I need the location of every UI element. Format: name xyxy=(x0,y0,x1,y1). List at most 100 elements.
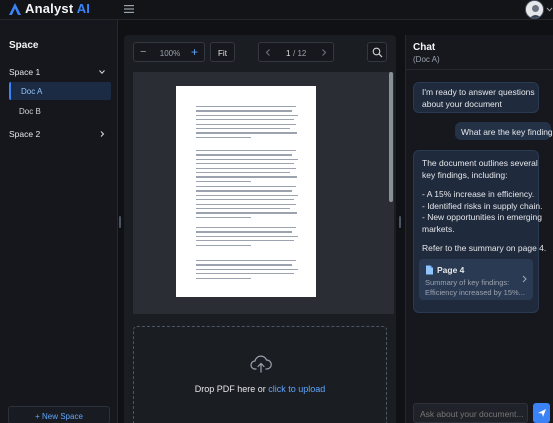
fit-button[interactable]: Fit xyxy=(210,42,235,62)
message-line: I'm ready to answer questions xyxy=(422,87,535,97)
chat-subtitle: (Doc A) xyxy=(413,55,440,64)
sidebar-item-doc-b[interactable]: Doc B xyxy=(9,102,111,120)
citation-snippet: Summary of key findings: xyxy=(425,278,510,287)
ai-message: I'm ready to answer questions about your… xyxy=(413,82,539,113)
triangle-logo-icon xyxy=(9,3,21,15)
message-line: - Identified risks in supply chain. xyxy=(422,200,543,211)
zoom-out-button[interactable]: − xyxy=(140,46,146,58)
space-label: Space 1 xyxy=(9,67,41,77)
pdf-text-line xyxy=(196,212,297,214)
user-avatar[interactable] xyxy=(525,0,544,19)
pdf-text-line xyxy=(196,114,298,117)
message-line: Refer to the summary on page 4. xyxy=(422,243,547,253)
pdf-text-line xyxy=(196,227,296,229)
pdf-text-line xyxy=(196,167,296,169)
chat-input[interactable] xyxy=(420,408,525,420)
pdf-dropzone[interactable] xyxy=(133,326,387,423)
pdf-text-line xyxy=(196,240,294,242)
message-line: markets. xyxy=(422,223,455,234)
chevron-right-icon xyxy=(100,131,105,137)
pdf-text-line xyxy=(196,273,294,275)
doc-label: Doc B xyxy=(19,107,41,116)
pdf-text-line xyxy=(196,190,292,192)
citation-title: Page 4 xyxy=(437,265,465,275)
message-line: - A 15% increase in efficiency. xyxy=(422,189,535,199)
doc-label: Doc A xyxy=(21,87,43,96)
pdf-text-line xyxy=(196,216,251,219)
brand-name: Analyst AI xyxy=(25,1,91,16)
pdf-text-line xyxy=(196,128,290,130)
chevron-left-icon[interactable] xyxy=(264,48,272,57)
zoom-in-button[interactable]: + xyxy=(191,45,198,59)
pdf-text-line xyxy=(196,119,294,121)
message-line: What are the key findings? xyxy=(461,127,553,137)
sidebar-item-doc-a[interactable]: Doc A xyxy=(9,82,111,100)
pdf-text-line xyxy=(196,106,296,108)
chat-title: Chat xyxy=(413,42,436,53)
app-header: Analyst AI xyxy=(0,0,553,20)
resize-handle-left[interactable] xyxy=(119,216,121,228)
sidebar: Space Space 1 Doc A Doc B Space 2 + New … xyxy=(0,20,118,423)
sidebar-title: Space xyxy=(9,40,39,51)
message-line: - New opportunities in emerging xyxy=(422,212,543,222)
message-line: about your document xyxy=(422,98,502,109)
user-message: What are the key findings? xyxy=(455,122,553,140)
sidebar-item-space-2[interactable]: Space 2 xyxy=(0,125,112,142)
citation-card[interactable]: Page 4 Summary of key findings: Efficien… xyxy=(419,259,533,300)
upload-link[interactable]: click to upload xyxy=(268,384,325,394)
pdf-text-line xyxy=(196,172,290,174)
pdf-text-line xyxy=(196,158,298,161)
page-total: / 12 xyxy=(293,49,307,58)
pdf-text-line xyxy=(196,231,292,233)
chevron-down-icon xyxy=(99,70,105,75)
search-button[interactable] xyxy=(367,42,387,62)
send-icon xyxy=(538,409,546,417)
pdf-text-line xyxy=(196,186,296,188)
message-line: key findings, including: xyxy=(422,169,508,180)
hamburger-icon[interactable] xyxy=(124,4,134,14)
document-icon xyxy=(426,265,433,275)
zoom-level: 100% xyxy=(159,49,181,58)
message-line: The document outlines several xyxy=(422,158,538,168)
chat-input-box xyxy=(413,403,528,423)
citation-snippet: Efficiency increased by 15%... xyxy=(425,288,525,297)
pdf-text-line xyxy=(196,154,292,156)
resize-handle-right[interactable] xyxy=(399,216,401,228)
zoom-control: − 100% + xyxy=(133,42,205,62)
chevron-right-icon xyxy=(522,275,527,283)
sidebar-item-space-1[interactable]: Space 1 xyxy=(0,63,112,80)
dropzone-text: Drop PDF here or click to upload xyxy=(194,384,326,394)
pdf-text-line xyxy=(196,277,251,279)
page-navigator: 1 / 12 xyxy=(258,42,334,62)
pdf-text-line xyxy=(196,132,297,134)
pdf-text-line xyxy=(196,110,292,112)
page-current: 1 xyxy=(286,49,291,58)
send-button[interactable] xyxy=(533,403,550,423)
pdf-text-line xyxy=(196,244,251,246)
space-label: Space 2 xyxy=(9,129,41,139)
pdf-text-line xyxy=(196,203,296,205)
pdf-text-line xyxy=(196,180,251,183)
chevron-down-icon[interactable] xyxy=(546,6,553,13)
pdf-text-line xyxy=(196,260,296,262)
pdf-text-line xyxy=(196,264,292,266)
pdf-text-line xyxy=(196,194,298,197)
chevron-right-icon[interactable] xyxy=(320,48,328,57)
new-space-label: + New Space xyxy=(35,412,83,421)
viewer-scrollbar[interactable] xyxy=(389,72,393,202)
pdf-text-line xyxy=(196,176,297,178)
fit-label: Fit xyxy=(218,49,227,58)
search-icon xyxy=(372,47,383,58)
pdf-text-line xyxy=(196,235,298,238)
new-space-button[interactable]: + New Space xyxy=(8,406,110,423)
chat-divider xyxy=(405,69,553,70)
pdf-text-line xyxy=(196,150,296,152)
pdf-text-line xyxy=(196,163,294,165)
pdf-page xyxy=(176,86,316,297)
pdf-text-line xyxy=(196,199,294,201)
pdf-text-line xyxy=(196,123,296,125)
pdf-text-line xyxy=(196,268,298,271)
pdf-text-line xyxy=(196,136,251,139)
cloud-upload-icon xyxy=(250,355,272,373)
pdf-text-line xyxy=(196,208,290,210)
